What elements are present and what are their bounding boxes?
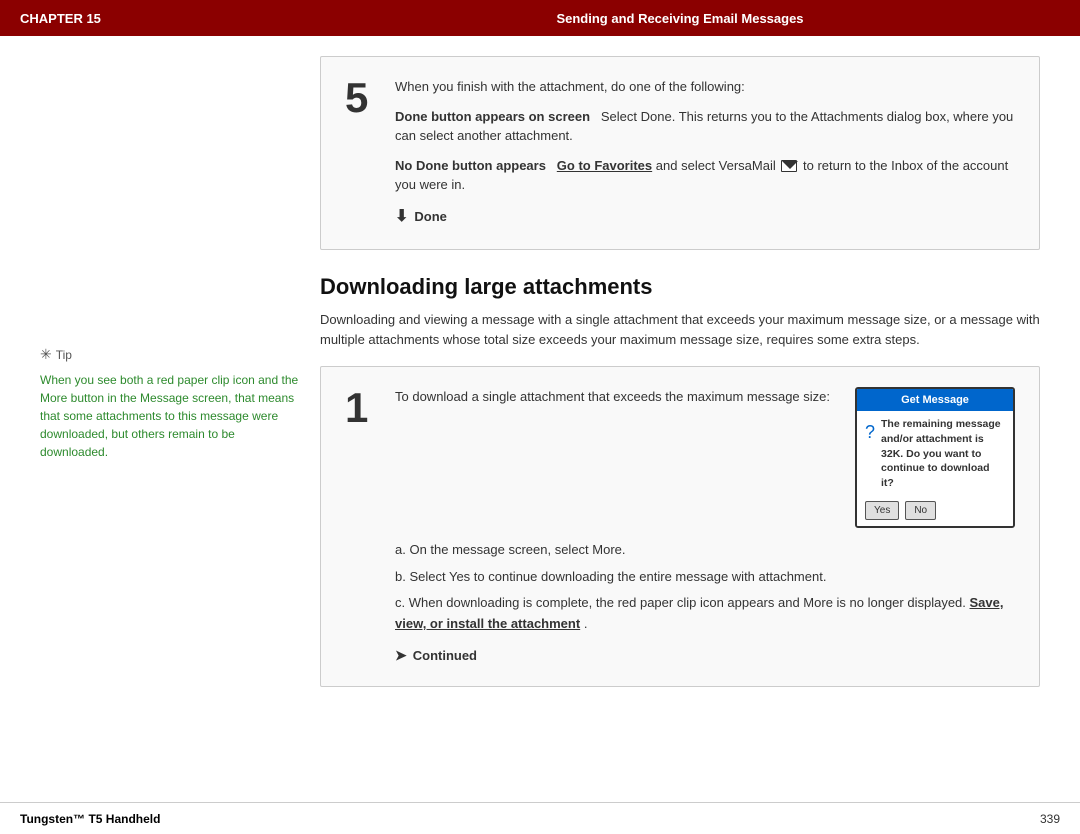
step5-option2: No Done button appears Go to Favorites a… xyxy=(395,156,1015,195)
tip-asterisk: ✳ xyxy=(40,346,52,363)
get-message-dialog: Get Message ? The remaining message and/… xyxy=(855,387,1015,528)
continued-label: Continued xyxy=(413,646,477,666)
dialog-buttons: Yes No xyxy=(857,497,1013,526)
section-heading: Downloading large attachments xyxy=(320,274,1040,300)
step5-option1-label: Done button appears on screen xyxy=(395,109,590,124)
dialog-no-button[interactable]: No xyxy=(905,501,936,520)
step1-item-c: c. When downloading is complete, the red… xyxy=(395,593,1015,635)
step5-number: 5 xyxy=(345,77,375,229)
step1-items: a. On the message screen, select More. b… xyxy=(395,540,1015,635)
dialog-question-icon: ? xyxy=(865,419,875,490)
done-arrow-icon: ⬇ xyxy=(395,205,408,229)
versaMail-icon xyxy=(781,160,797,172)
dialog-message: The remaining message and/or attachment … xyxy=(881,417,1005,490)
step5-intro: When you finish with the attachment, do … xyxy=(395,77,1015,97)
dialog-body: ? The remaining message and/or attachmen… xyxy=(857,411,1013,496)
continued-line: ➤ Continued xyxy=(395,645,1015,666)
step1-top: To download a single attachment that exc… xyxy=(395,387,1015,528)
tip-section: ✳ Tip When you see both a red paper clip… xyxy=(40,346,300,461)
step5-content: When you finish with the attachment, do … xyxy=(395,77,1015,229)
chapter-title: Sending and Receiving Email Messages xyxy=(300,11,1060,26)
step1-number: 1 xyxy=(345,387,375,666)
step1-box: 1 To download a single attachment that e… xyxy=(320,366,1040,687)
dialog-yes-button[interactable]: Yes xyxy=(865,501,899,520)
step1-text-left: To download a single attachment that exc… xyxy=(395,387,839,528)
page-header: CHAPTER 15 Sending and Receiving Email M… xyxy=(0,0,1080,36)
footer-brand: Tungsten™ T5 Handheld xyxy=(20,812,160,826)
step5-option2-after: and select VersaMail xyxy=(656,158,780,173)
step1-item-c-end: . xyxy=(584,616,588,631)
page-footer: Tungsten™ T5 Handheld 339 xyxy=(0,802,1080,834)
sidebar: ✳ Tip When you see both a red paper clip… xyxy=(0,36,320,802)
content-area: ✳ Tip When you see both a red paper clip… xyxy=(0,36,1080,802)
section-desc: Downloading and viewing a message with a… xyxy=(320,310,1040,350)
tip-body: When you see both a red paper clip icon … xyxy=(40,371,300,461)
step1-intro: To download a single attachment that exc… xyxy=(395,387,839,407)
dialog-titlebar: Get Message xyxy=(857,389,1013,412)
done-line: ⬇ Done xyxy=(395,205,1015,229)
step5-option1: Done button appears on screen Select Don… xyxy=(395,107,1015,146)
step5-option2-label: No Done button appears xyxy=(395,158,546,173)
continued-arrow-icon: ➤ xyxy=(395,645,407,666)
step5-goto-favorites: Go to Favorites xyxy=(557,158,652,173)
tip-label: ✳ Tip xyxy=(40,346,300,363)
chapter-label: CHAPTER 15 xyxy=(20,11,300,26)
footer-page: 339 xyxy=(1040,812,1060,826)
step5-box: 5 When you finish with the attachment, d… xyxy=(320,56,1040,250)
step1-item-a: a. On the message screen, select More. xyxy=(395,540,1015,561)
step1-item-b: b. Select Yes to continue downloading th… xyxy=(395,567,1015,588)
step1-content: To download a single attachment that exc… xyxy=(395,387,1015,666)
main-content: 5 When you finish with the attachment, d… xyxy=(320,36,1080,802)
step1-item-c-before: c. When downloading is complete, the red… xyxy=(395,595,966,610)
done-label: Done xyxy=(414,207,447,227)
